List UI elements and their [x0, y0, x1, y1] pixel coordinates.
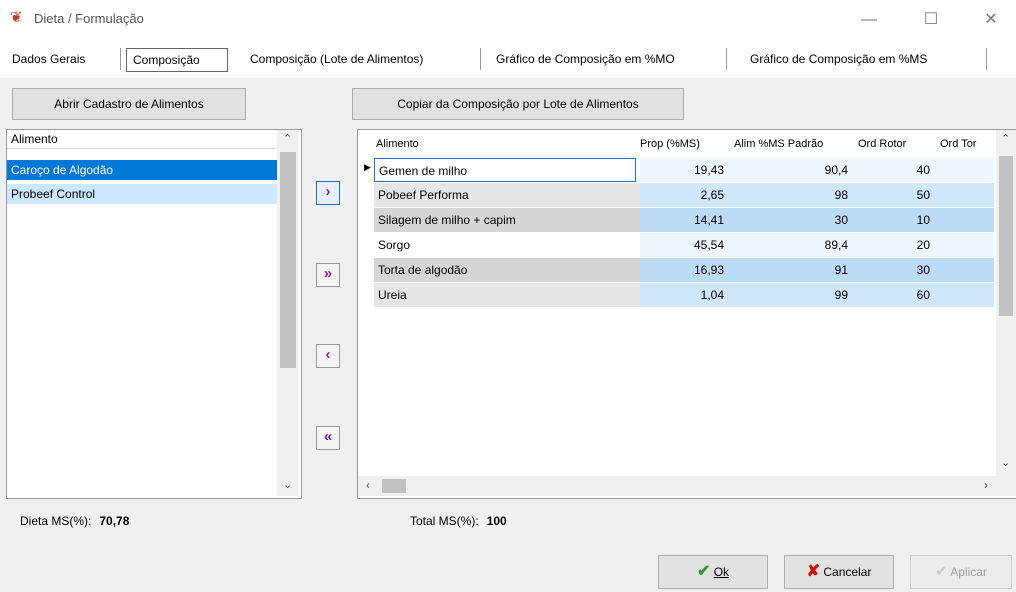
- grid-vscroll-thumb[interactable]: [999, 156, 1013, 316]
- grid-cell[interactable]: [938, 283, 994, 307]
- grid-cell[interactable]: 98: [732, 183, 856, 207]
- scroll-right-icon[interactable]: ›: [984, 478, 988, 492]
- grid-cell[interactable]: 90,4: [732, 158, 856, 182]
- total-ms-label: Total MS(%):: [410, 514, 479, 528]
- grid-cell[interactable]: 14,41: [640, 208, 732, 232]
- grid-header-ord-tor: Ord Tor: [940, 138, 977, 150]
- maximize-button[interactable]: ☐: [908, 6, 954, 34]
- scroll-up-icon[interactable]: ⌃: [1001, 132, 1010, 145]
- grid-cell[interactable]: 60: [856, 283, 938, 307]
- grid-cell[interactable]: 1,04: [640, 283, 732, 307]
- grid-cell[interactable]: 45,54: [640, 233, 732, 257]
- diet-ms-value: 70,78: [99, 514, 130, 528]
- grid-cell[interactable]: 89,4: [732, 233, 856, 257]
- composition-grid: Alimento Prop (%MS) Alim %MS Padrão Ord …: [357, 129, 1016, 499]
- grid-cell[interactable]: Pobeef Performa: [374, 183, 640, 207]
- grid-cell[interactable]: 30: [732, 208, 856, 232]
- grid-cell[interactable]: 19,43: [640, 158, 732, 182]
- dialog-button-bar: ✔ Ok ✘ Cancelar ✔ Aplicar: [0, 541, 1016, 592]
- grid-vertical-scrollbar[interactable]: ⌃ ⌄: [996, 130, 1016, 476]
- tab-grafico-mo[interactable]: Gráfico de Composição em %MO: [490, 48, 727, 70]
- title-bar: ❦ Dieta / Formulação — ☐ ✕: [0, 0, 1016, 40]
- checkmark-icon: ✔: [696, 563, 711, 580]
- diet-ms-label: Dieta MS(%):: [20, 514, 92, 528]
- grid-cell[interactable]: [938, 183, 994, 207]
- app-icon: ❦: [10, 9, 23, 26]
- tab-composicao[interactable]: Composição: [126, 48, 228, 72]
- grid-cell[interactable]: Silagem de milho + capim: [374, 208, 640, 232]
- open-catalog-button[interactable]: Abrir Cadastro de Alimentos: [12, 88, 246, 120]
- diet-ms-stat: Dieta MS(%): 70,78: [20, 514, 129, 528]
- current-row-icon: ▶: [364, 162, 371, 172]
- add-all-button[interactable]: »: [316, 263, 340, 287]
- tab-grafico-ms[interactable]: Gráfico de Composição em %MS: [744, 48, 987, 70]
- grid-cell[interactable]: Ureia: [374, 283, 640, 307]
- grid-cell[interactable]: [938, 158, 994, 182]
- scroll-left-icon[interactable]: ‹: [366, 478, 370, 492]
- grid-cell[interactable]: 16,93: [640, 258, 732, 282]
- grid-header-alimento: Alimento: [376, 138, 419, 150]
- grid-cell[interactable]: Gemen de milho: [374, 158, 636, 182]
- list-header: Alimento: [7, 130, 281, 149]
- grid-cell[interactable]: 50: [856, 183, 938, 207]
- grid-hscroll-thumb[interactable]: [382, 479, 406, 493]
- list-item[interactable]: Caroço de Algodão: [7, 160, 277, 180]
- remove-all-button[interactable]: «: [316, 426, 340, 450]
- grid-cell[interactable]: 30: [856, 258, 938, 282]
- remove-one-button[interactable]: ‹: [316, 344, 340, 368]
- ok-button[interactable]: ✔ Ok: [658, 555, 768, 589]
- ok-label: Ok: [713, 565, 730, 579]
- grid-header-alim-ms: Alim %MS Padrão: [734, 138, 824, 150]
- grid-horizontal-scrollbar[interactable]: ‹ ›: [358, 476, 1016, 496]
- grid-cell[interactable]: 91: [732, 258, 856, 282]
- add-one-button[interactable]: ›: [316, 181, 340, 205]
- scroll-down-icon[interactable]: ⌄: [1001, 456, 1010, 469]
- minimize-button[interactable]: —: [846, 6, 892, 34]
- copy-composition-button[interactable]: Copiar da Composição por Lote de Aliment…: [352, 88, 684, 120]
- grid-cell[interactable]: 99: [732, 283, 856, 307]
- grid-cell[interactable]: Torta de algodão: [374, 258, 640, 282]
- grid-cell[interactable]: Sorgo: [374, 233, 640, 257]
- scroll-down-icon[interactable]: ⌄: [283, 478, 292, 491]
- grid-cell[interactable]: [938, 233, 994, 257]
- grid-cell[interactable]: 10: [856, 208, 938, 232]
- cancel-button[interactable]: ✘ Cancelar: [784, 555, 894, 589]
- grid-header-ord-rotor: Ord Rotor: [858, 138, 907, 150]
- tab-composicao-lote[interactable]: Composição (Lote de Alimentos): [244, 48, 481, 70]
- close-button[interactable]: ✕: [968, 6, 1014, 34]
- list-item[interactable]: Probeef Control: [7, 184, 277, 204]
- total-ms-stat: Total MS(%): 100: [410, 514, 507, 528]
- total-ms-value: 100: [486, 514, 507, 528]
- window-title: Dieta / Formulação: [34, 11, 144, 26]
- grid-cell[interactable]: 40: [856, 158, 938, 182]
- grid-cell[interactable]: [938, 208, 994, 232]
- grid-cell[interactable]: [938, 258, 994, 282]
- scroll-up-icon[interactable]: ⌃: [283, 132, 292, 145]
- cancel-label: Cancelar: [823, 565, 872, 579]
- grid-cell[interactable]: 20: [856, 233, 938, 257]
- checkmark-icon: ✔: [935, 563, 948, 580]
- grid-cell[interactable]: 2,65: [640, 183, 732, 207]
- apply-label: Aplicar: [950, 565, 987, 579]
- cross-icon: ✘: [806, 563, 821, 580]
- list-scrollbar[interactable]: ⌃ ⌄: [277, 130, 299, 496]
- list-scroll-thumb[interactable]: [280, 152, 296, 368]
- apply-button[interactable]: ✔ Aplicar: [910, 555, 1012, 589]
- tab-dados-gerais[interactable]: Dados Gerais: [6, 48, 121, 70]
- tab-strip: Dados Gerais Composição Composição (Lote…: [0, 40, 1016, 78]
- grid-header-prop: Prop (%MS): [640, 138, 700, 150]
- food-list-panel: Alimento Caroço de Algodão Probeef Contr…: [6, 129, 302, 499]
